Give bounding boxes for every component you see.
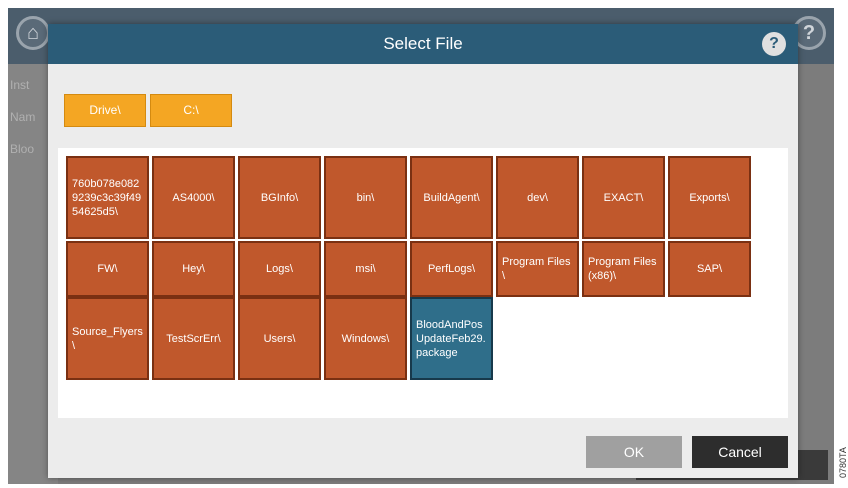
folder-buildagent[interactable]: BuildAgent\ bbox=[410, 156, 493, 239]
folder-hey[interactable]: Hey\ bbox=[152, 241, 235, 297]
folder-as4000[interactable]: AS4000\ bbox=[152, 156, 235, 239]
folder-exact[interactable]: EXACT\ bbox=[582, 156, 665, 239]
breadcrumb: Drive\ C:\ bbox=[64, 94, 236, 127]
file-grid: 760b078e0829239c3c39f4954625d5\ AS4000\ … bbox=[58, 148, 788, 418]
folder-exports[interactable]: Exports\ bbox=[668, 156, 751, 239]
folder-program-files-x86[interactable]: Program Files (x86)\ bbox=[582, 241, 665, 297]
dialog-title-bar: Select File ? bbox=[48, 24, 798, 64]
folder-testscrerr[interactable]: TestScrErr\ bbox=[152, 297, 235, 380]
breadcrumb-c-drive[interactable]: C:\ bbox=[150, 94, 232, 127]
folder-760b078e0[interactable]: 760b078e0829239c3c39f4954625d5\ bbox=[66, 156, 149, 239]
file-bloodandposupdate-package[interactable]: BloodAndPosUpdateFeb29.package bbox=[410, 297, 493, 380]
select-file-dialog: Select File ? Drive\ C:\ 760b078e0829239… bbox=[48, 24, 798, 478]
folder-perflogs[interactable]: PerfLogs\ bbox=[410, 241, 493, 297]
home-icon: ⌂ bbox=[16, 16, 50, 50]
folder-source-flyers[interactable]: Source_Flyers\ bbox=[66, 297, 149, 380]
folder-dev[interactable]: dev\ bbox=[496, 156, 579, 239]
folder-bginfo[interactable]: BGInfo\ bbox=[238, 156, 321, 239]
folder-program-files[interactable]: Program Files\ bbox=[496, 241, 579, 297]
background-label-inst: Inst bbox=[10, 78, 30, 92]
dialog-title: Select File bbox=[383, 34, 463, 53]
help-button[interactable]: ? bbox=[762, 32, 786, 56]
folder-users[interactable]: Users\ bbox=[238, 297, 321, 380]
breadcrumb-drive[interactable]: Drive\ bbox=[64, 94, 146, 127]
ok-button[interactable]: OK bbox=[586, 436, 682, 468]
folder-msi[interactable]: msi\ bbox=[324, 241, 407, 297]
cancel-button[interactable]: Cancel bbox=[692, 436, 788, 468]
folder-windows[interactable]: Windows\ bbox=[324, 297, 407, 380]
background-label-blood: Bloo bbox=[10, 142, 35, 156]
folder-sap[interactable]: SAP\ bbox=[668, 241, 751, 297]
folder-fw[interactable]: FW\ bbox=[66, 241, 149, 297]
figure-code: 0780TA bbox=[838, 447, 848, 479]
background-label-name: Nam bbox=[10, 110, 36, 124]
folder-bin[interactable]: bin\ bbox=[324, 156, 407, 239]
folder-logs[interactable]: Logs\ bbox=[238, 241, 321, 297]
